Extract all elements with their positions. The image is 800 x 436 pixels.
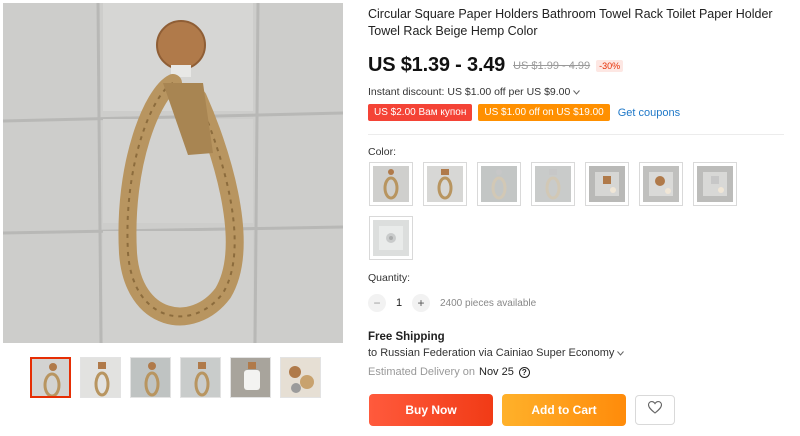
thumbnail-3[interactable]	[130, 357, 171, 398]
quantity-label: Quantity:	[368, 272, 411, 284]
thumbnail-image	[32, 359, 69, 396]
price-row: US $1.39 - 3.49 US $1.99 - 4.99 -30%	[368, 54, 624, 77]
color-swatch-7[interactable]	[693, 162, 737, 206]
swatch-image	[481, 166, 517, 202]
quantity-value[interactable]: 1	[386, 297, 412, 309]
color-swatch-4[interactable]	[531, 162, 575, 206]
thumbnail-6[interactable]	[280, 357, 321, 398]
main-product-image[interactable]	[3, 3, 343, 343]
quantity-stepper: − 1 + 2400 pieces available	[368, 294, 536, 312]
thumbnail-5[interactable]	[230, 357, 271, 398]
instant-discount[interactable]: Instant discount: US $1.00 off per US $9…	[368, 86, 581, 98]
coupon-tag[interactable]: US $2.00 Вам купон	[368, 104, 473, 121]
shipping-destination-text: to Russian Federation via Cainiao Super …	[368, 347, 615, 359]
shipping-title: Free Shipping	[368, 331, 445, 343]
divider	[368, 134, 784, 135]
swatch-image	[535, 166, 571, 202]
estimated-delivery: Estimated Delivery on Nov 25 ?	[368, 366, 530, 378]
current-price: US $1.39 - 3.49	[368, 54, 506, 76]
thumbnail-image	[131, 358, 170, 397]
product-title: Circular Square Paper Holders Bathroom T…	[368, 7, 773, 38]
towel-holder-photo	[3, 3, 343, 343]
estimated-delivery-date: Nov 25	[479, 366, 514, 378]
question-icon[interactable]: ?	[518, 366, 530, 378]
color-swatch-2[interactable]	[423, 162, 467, 206]
color-swatch-6[interactable]	[639, 162, 683, 206]
chevron-down-icon	[573, 88, 581, 97]
pieces-available: 2400 pieces available	[440, 297, 537, 309]
thumbnail-image	[231, 358, 270, 397]
swatch-image	[427, 166, 463, 202]
swatch-image	[589, 166, 625, 202]
swatch-image	[373, 166, 409, 202]
add-to-cart-button[interactable]: Add to Cart	[502, 394, 626, 426]
coupon-tag[interactable]: US $1.00 off on US $19.00	[478, 104, 610, 121]
buy-now-button[interactable]: Buy Now	[369, 394, 493, 426]
quantity-decrease-button[interactable]: −	[368, 294, 386, 312]
wishlist-button[interactable]	[635, 395, 675, 425]
instant-discount-text: Instant discount: US $1.00 off per US $9…	[368, 86, 571, 98]
thumbnail-image	[81, 358, 120, 397]
thumbnail-strip	[30, 357, 321, 398]
color-swatches	[369, 162, 749, 260]
chevron-down-icon	[617, 349, 625, 358]
color-swatch-3[interactable]	[477, 162, 521, 206]
swatch-image	[373, 220, 409, 256]
color-swatch-5[interactable]	[585, 162, 629, 206]
thumbnail-2[interactable]	[80, 357, 121, 398]
discount-badge: -30%	[596, 59, 624, 72]
thumbnail-image	[181, 358, 220, 397]
swatch-image	[697, 166, 733, 202]
get-coupons-link[interactable]: Get coupons	[618, 107, 680, 119]
color-label: Color:	[368, 146, 397, 158]
heart-icon	[647, 401, 663, 419]
estimated-delivery-label: Estimated Delivery on	[368, 366, 475, 378]
coupon-row: US $2.00 Вам купон US $1.00 off on US $1…	[368, 104, 680, 121]
thumbnail-image	[281, 358, 320, 397]
thumbnail-1[interactable]	[30, 357, 71, 398]
shipping-destination[interactable]: to Russian Federation via Cainiao Super …	[368, 347, 625, 359]
thumbnail-4[interactable]	[180, 357, 221, 398]
color-swatch-8[interactable]	[369, 216, 413, 260]
quantity-increase-button[interactable]: +	[412, 294, 430, 312]
original-price: US $1.99 - 4.99	[513, 59, 591, 72]
color-swatch-1[interactable]	[369, 162, 413, 206]
swatch-image	[643, 166, 679, 202]
